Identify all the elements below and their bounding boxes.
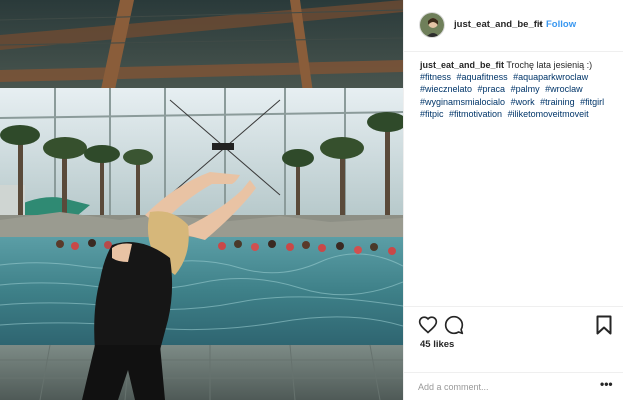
hashtag-link[interactable]: #fitness <box>420 72 451 82</box>
follow-button[interactable]: Follow <box>546 19 576 30</box>
caption-username[interactable]: just_eat_and_be_fit <box>420 60 504 70</box>
post-sidebar: just_eat_and_be_fit • Follow just_eat_an… <box>403 0 623 400</box>
hashtag-link[interactable]: #fitgirl <box>580 97 604 107</box>
hashtag-link[interactable]: #aquafitness <box>457 72 508 82</box>
hashtag-link[interactable]: #palmy <box>511 84 540 94</box>
instagram-post: just_eat_and_be_fit • Follow just_eat_an… <box>0 0 623 400</box>
add-comment-bar: ••• <box>404 372 623 400</box>
avatar-image <box>420 13 444 37</box>
save-button[interactable] <box>596 315 612 335</box>
hashtag-link[interactable]: #aquaparkwroclaw <box>513 72 588 82</box>
hashtag-link[interactable]: #fitmotivation <box>449 109 502 119</box>
comment-input[interactable] <box>418 379 588 395</box>
avatar[interactable] <box>419 12 445 38</box>
separator-dot: • <box>539 19 543 30</box>
hashtag-link[interactable]: #iliketomoveitmoveit <box>508 109 589 119</box>
post-photo[interactable] <box>0 0 403 400</box>
more-options-button[interactable]: ••• <box>600 377 613 391</box>
likes-count[interactable]: 45 likes <box>420 339 454 350</box>
caption-text: Trochę lata jesienią :) <box>506 60 593 70</box>
hashtag-link[interactable]: #wroclaw <box>545 84 583 94</box>
heart-icon <box>418 316 438 334</box>
post-caption: just_eat_and_be_fit Trochę lata jesienią… <box>420 59 616 120</box>
hashtag-link[interactable]: #work <box>511 97 535 107</box>
post-header: just_eat_and_be_fit • Follow <box>404 0 623 52</box>
post-author-username[interactable]: just_eat_and_be_fit <box>454 19 543 30</box>
comment-icon <box>444 315 464 335</box>
hashtag-list: #fitness #aquafitness #aquaparkwroclaw #… <box>420 72 607 119</box>
hashtag-link[interactable]: #training <box>540 97 575 107</box>
like-button[interactable] <box>418 315 438 335</box>
hashtag-link[interactable]: #fitpic <box>420 109 444 119</box>
hashtag-link[interactable]: #wiecznelato <box>420 84 472 94</box>
hashtag-link[interactable]: #praca <box>478 84 506 94</box>
comment-button[interactable] <box>444 315 464 335</box>
bookmark-icon <box>596 315 612 335</box>
post-actions: 45 likes <box>404 306 623 377</box>
hashtag-link[interactable]: #wyginamsmialocialo <box>420 97 505 107</box>
